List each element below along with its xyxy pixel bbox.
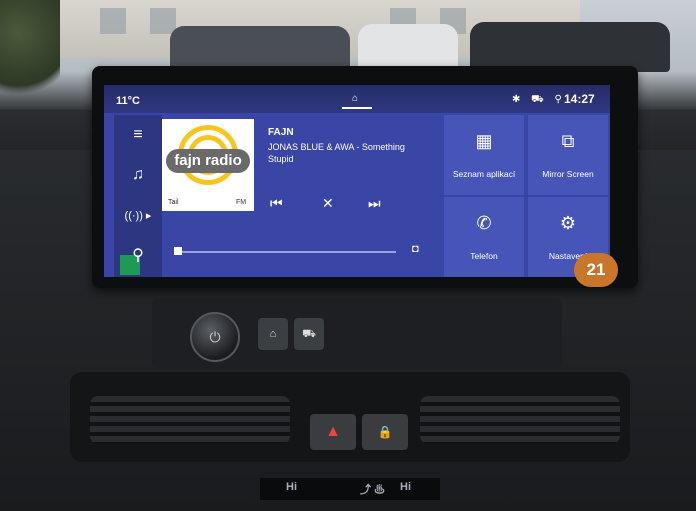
sidebar: ≡ ♫ ((·)) ▸ ⚲ <box>114 115 162 277</box>
menu-icon[interactable]: ≡ <box>114 117 162 153</box>
previous-icon[interactable]: ⏮ <box>270 195 283 212</box>
clock: 14:27 <box>564 92 595 106</box>
parked-car <box>470 22 670 72</box>
music-icon[interactable]: ♫ <box>114 157 162 193</box>
radio-icon[interactable]: ((·)) ▸ <box>114 197 162 233</box>
signal-label: Tail <box>168 199 179 206</box>
home-hard-button[interactable]: ⌂ <box>258 318 288 350</box>
background-tree <box>0 0 60 110</box>
building-window <box>150 8 176 34</box>
status-bar: 11°C ⌂ ✱ ⛟ ⚲ 14:27 <box>104 85 610 113</box>
power-volume-knob[interactable]: ⏻ <box>190 312 240 362</box>
shortcut-tiles: ▦ Seznam aplikací ⧉ Mirror Screen ✆ Tele… <box>442 115 610 277</box>
left-air-vent <box>90 396 290 444</box>
number-badge: 21 <box>574 253 618 287</box>
car-hard-button[interactable]: ⛟ <box>294 318 324 350</box>
phone-tile[interactable]: ✆ Telefon <box>444 197 524 277</box>
phone-icon: ✆ <box>476 213 492 233</box>
climate-mid: ⤴ ♨ <box>360 484 386 496</box>
infotainment-screen: 11°C ⌂ ✱ ⛟ ⚲ 14:27 ≡ ♫ ((·)) ▸ ⚲ fajn ra… <box>104 85 610 277</box>
search-icon[interactable]: ⚲ <box>114 237 162 273</box>
home-icon[interactable]: ⌂ <box>352 93 362 104</box>
parked-car <box>170 26 350 70</box>
radio-logo: fajn radio <box>166 149 250 173</box>
mirror-screen-tile[interactable]: ⧉ Mirror Screen <box>528 115 608 195</box>
source-icon[interactable]: ◘ <box>412 243 426 255</box>
lock-button[interactable]: 🔒 <box>362 414 408 450</box>
climate-left: Hi <box>286 481 297 493</box>
tile-label: Telefon <box>470 251 498 261</box>
tile-label: Mirror Screen <box>542 169 594 179</box>
right-air-vent <box>420 396 620 444</box>
hazard-button[interactable]: ▲ <box>310 414 356 450</box>
station-name: FAJN <box>268 127 294 138</box>
parked-car <box>358 24 458 70</box>
album-art: fajn radio Tail FM <box>162 119 254 211</box>
car-dashboard-photo: 11°C ⌂ ✱ ⛟ ⚲ 14:27 ≡ ♫ ((·)) ▸ ⚲ fajn ra… <box>0 0 696 511</box>
next-icon[interactable]: ⏭ <box>368 195 381 212</box>
progress-track[interactable] <box>178 251 396 253</box>
band-label: FM <box>236 199 247 206</box>
progress-handle[interactable] <box>174 247 182 255</box>
apps-grid-icon: ▦ <box>475 131 493 151</box>
building-window <box>100 8 126 34</box>
mute-icon[interactable]: ✕ <box>322 195 334 212</box>
media-widget[interactable]: fajn radio Tail FM FAJN JONAS BLUE & AWA… <box>162 115 442 277</box>
status-icons: ✱ ⛟ ⚲ <box>512 94 566 105</box>
tile-label: Seznam aplikací <box>452 169 516 179</box>
settings-gear-icon: ⚙ <box>559 213 577 233</box>
home-tab-indicator <box>342 107 372 109</box>
climate-display: Hi ⤴ ♨ Hi <box>260 478 440 500</box>
mirror-screen-icon: ⧉ <box>561 131 575 151</box>
track-name: JONAS BLUE & AWA - Something Stupid <box>268 142 405 164</box>
climate-right: Hi <box>400 481 411 493</box>
outside-temperature: 11°C <box>116 95 140 107</box>
apps-list-tile[interactable]: ▦ Seznam aplikací <box>444 115 524 195</box>
